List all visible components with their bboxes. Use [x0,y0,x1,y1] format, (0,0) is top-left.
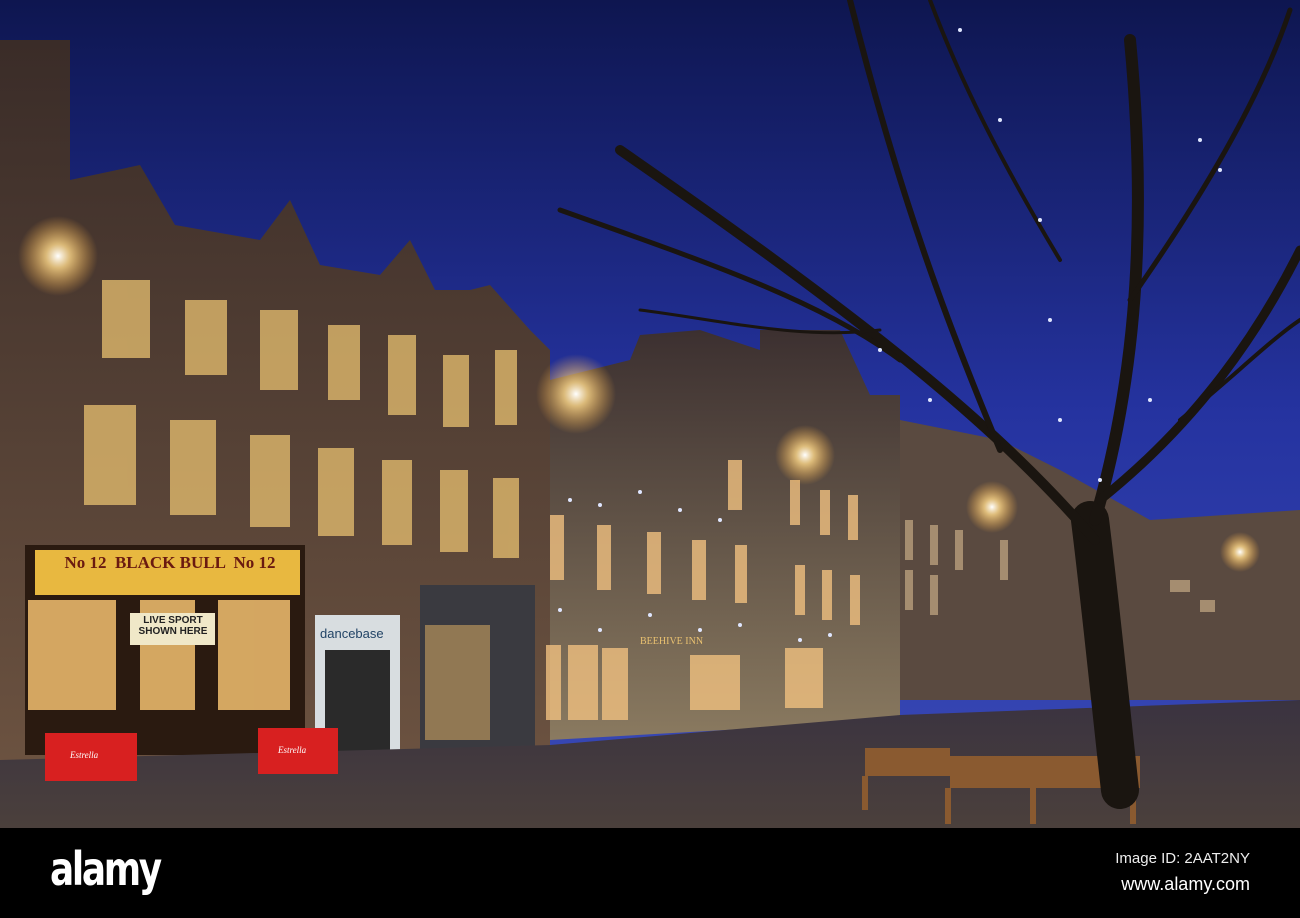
street-scene-photo [0,0,1300,828]
watermark-bar: alamy Image ID: 2AAT2NY www.alamy.com [0,828,1300,918]
barrier-label: Estrella [70,750,99,760]
alamy-url: www.alamy.com [1121,874,1250,894]
live-sport-banner: LIVE SPORT SHOWN HERE [138,615,208,637]
inn-sign: BEEHIVE INN [640,636,704,647]
image-id: Image ID: 2AAT2NY [1115,850,1250,867]
barrier-label: Estrella [278,745,307,755]
alamy-logo: alamy [50,842,162,896]
dancebase-sign: dancebase [320,626,384,641]
pub-sign: No 12 BLACK BULL No 12 [64,553,276,572]
